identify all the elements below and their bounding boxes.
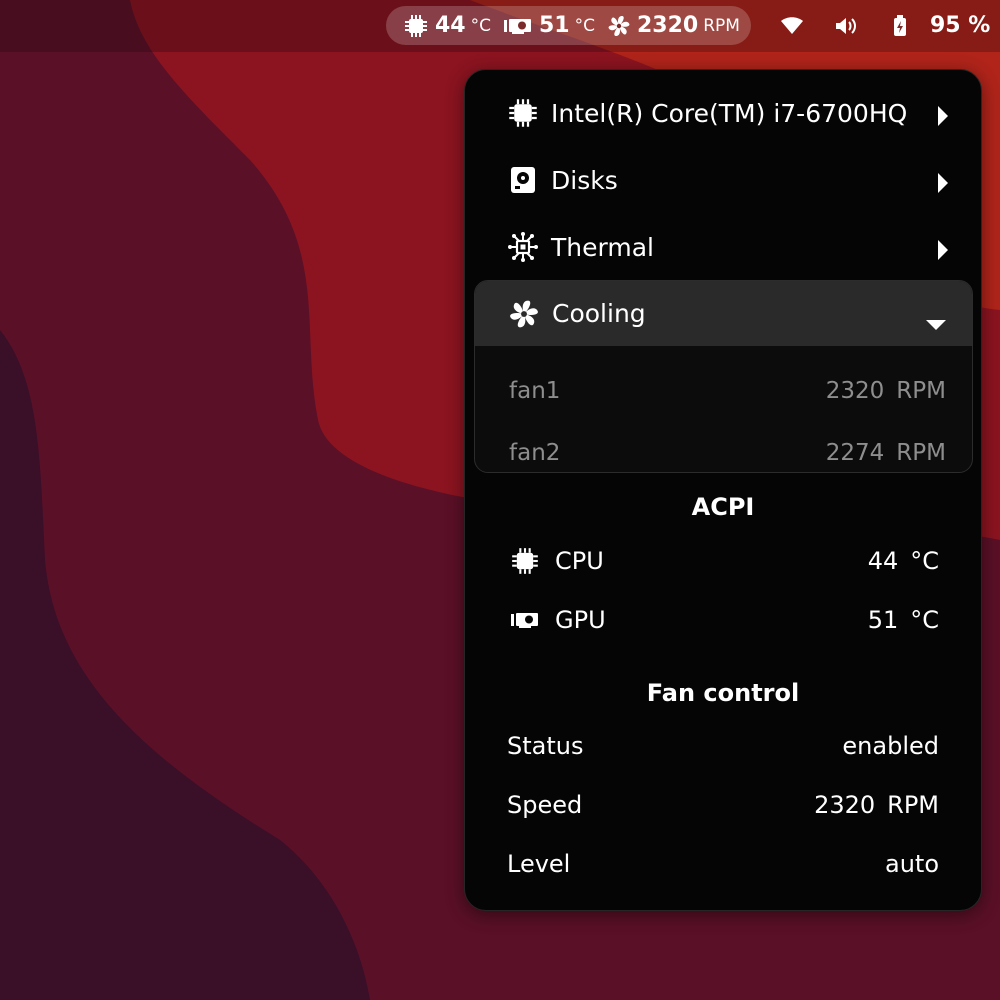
fan-level-value: auto — [884, 850, 939, 878]
chevron-right-icon — [937, 170, 949, 199]
fan-unit: RPM — [896, 378, 946, 404]
acpi-gpu-unit: °C — [910, 606, 939, 634]
sensors-popup-menu: Intel(R) Core(TM) i7-6700HQ Disks Therma… — [464, 69, 982, 911]
fan-speed-indicator: 2320 RPM — [607, 13, 740, 38]
gpu-temp-value: 51 — [539, 13, 570, 38]
cpu-temp-value: 44 — [435, 13, 466, 38]
fan-control-speed-value: 2320 — [814, 791, 876, 819]
gpu-card-icon — [507, 610, 543, 630]
acpi-gpu-row: GPU 51 °C — [507, 600, 939, 640]
cpu-chip-icon — [404, 14, 428, 38]
chevron-right-icon — [937, 237, 949, 266]
cpu-chip-icon — [505, 95, 541, 131]
wifi-icon[interactable] — [778, 0, 806, 52]
acpi-gpu-value: 51 — [867, 606, 899, 634]
thermal-circuit-icon — [505, 229, 541, 265]
battery-icon[interactable] — [888, 0, 912, 52]
fan-control-section-title: Fan control — [646, 679, 800, 707]
acpi-cpu-label: CPU — [555, 547, 604, 575]
fan-control-level-row: Level auto — [507, 844, 939, 884]
fan-name: fan1 — [509, 378, 561, 404]
top-bar: 44 °C 51 °C 2320 RPM 95 % — [0, 0, 1000, 52]
fan-level-label: Level — [507, 850, 571, 878]
fan-row[interactable]: fan1 2320 RPM — [509, 371, 946, 411]
menu-item-cpu[interactable]: Intel(R) Core(TM) i7-6700HQ — [505, 84, 948, 142]
menu-item-thermal[interactable]: Thermal — [505, 218, 948, 276]
fan-status-label: Status — [507, 732, 584, 760]
fan-status-value: enabled — [842, 732, 939, 760]
fan-row[interactable]: fan2 2274 RPM — [509, 433, 946, 472]
menu-item-label: Thermal — [551, 232, 654, 262]
chevron-right-icon — [937, 103, 949, 132]
fan-control-speed-row: Speed 2320 RPM — [507, 785, 939, 825]
fan-speed-label: Speed — [507, 791, 583, 819]
menu-item-label: Cooling — [552, 299, 646, 328]
cooling-submenu: Cooling fan1 2320 RPM fan2 2274 RPM — [474, 280, 973, 473]
acpi-gpu-label: GPU — [555, 606, 606, 634]
gpu-temp-unit: °C — [574, 15, 595, 36]
cpu-chip-icon — [507, 547, 543, 575]
cpu-temp-indicator: 44 °C — [404, 13, 491, 38]
menu-item-label: Disks — [551, 165, 618, 195]
disk-icon — [505, 162, 541, 198]
fan-control-status-row: Status enabled — [507, 726, 939, 766]
menu-item-label: Intel(R) Core(TM) i7-6700HQ — [551, 98, 908, 128]
menu-item-disks[interactable]: Disks — [505, 151, 948, 209]
acpi-section-title: ACPI — [691, 493, 755, 521]
fan-value: 2320 — [825, 378, 885, 404]
fan-speed-value: 2320 — [637, 13, 699, 38]
fan-name: fan2 — [509, 440, 561, 466]
fan-value: 2274 — [825, 440, 885, 466]
gpu-card-icon — [503, 16, 533, 36]
menu-item-cooling[interactable]: Cooling — [475, 281, 972, 346]
fan-icon — [607, 14, 631, 38]
fan-icon — [506, 296, 542, 332]
volume-icon[interactable] — [832, 0, 860, 52]
fan-unit: RPM — [896, 440, 946, 466]
acpi-cpu-row: CPU 44 °C — [507, 541, 939, 581]
gpu-temp-indicator: 51 °C — [503, 13, 595, 38]
acpi-cpu-unit: °C — [910, 547, 939, 575]
fan-speed-unit: RPM — [703, 15, 740, 36]
acpi-cpu-value: 44 — [867, 547, 899, 575]
battery-percentage[interactable]: 95 % — [930, 0, 990, 52]
chevron-down-icon — [926, 308, 946, 337]
sensor-indicator[interactable]: 44 °C 51 °C 2320 RPM — [386, 6, 751, 45]
fan-control-speed-unit: RPM — [887, 791, 939, 819]
cpu-temp-unit: °C — [470, 15, 491, 36]
